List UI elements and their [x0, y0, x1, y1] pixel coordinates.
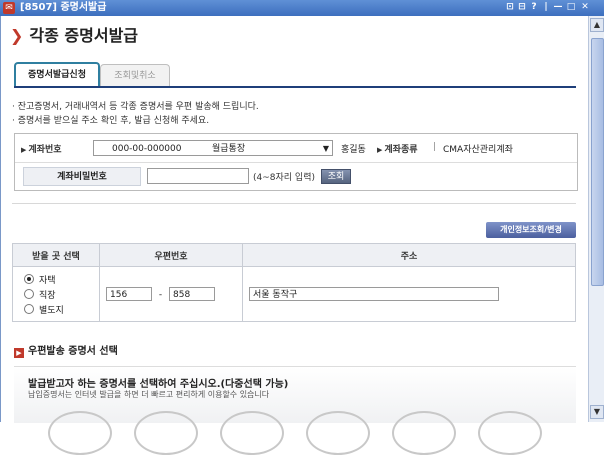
chevron-right-icon: ❯ — [10, 26, 24, 45]
account-owner: 홍길동 — [341, 145, 366, 155]
chevron-down-icon: ▼ — [322, 144, 329, 153]
zipcode-first-input[interactable]: 156 — [106, 287, 152, 301]
app-icon: ✉ — [3, 2, 15, 14]
arrow-marker-icon: ▶ — [377, 146, 383, 154]
account-type-label-text: 계좌종류 — [384, 145, 418, 155]
account-type-separator: | — [433, 142, 437, 152]
page-title: ❯ 각종 증명서발급 — [10, 22, 138, 46]
account-box: ▶ 계좌번호 000-00-000000 월급통장 ▼ 홍길동 ▶ 계좌종류 | C… — [14, 133, 578, 191]
certificate-option-circle[interactable] — [48, 411, 112, 455]
certificate-option-circle[interactable] — [220, 411, 284, 455]
account-number: 000-00-000000 — [112, 144, 182, 154]
section-title-text: 우편발송 증명서 선택 — [28, 346, 118, 357]
radio-unchecked-icon — [24, 289, 34, 299]
account-type-label: ▶ 계좌종류 — [377, 142, 418, 155]
account-row: ▶ 계좌번호 000-00-000000 월급통장 ▼ 홍길동 ▶ 계좌종류 | C… — [15, 134, 577, 163]
maximize-button[interactable]: □ — [566, 2, 576, 13]
personal-info-button[interactable]: 개인정보조회/변경 — [486, 222, 576, 238]
address-table-row: 자택 직장 별도지 156 - 858 서울 동작구 — [12, 266, 576, 322]
account-label-text: 계좌번호 — [28, 145, 62, 155]
receive-location-options: 자택 직장 별도지 — [12, 266, 100, 322]
certificate-option-circle[interactable] — [134, 411, 198, 455]
address-table: 받을 곳 선택 우편번호 주소 자택 직장 별도지 156 - 858 서울 동… — [12, 243, 576, 322]
radio-unchecked-icon — [24, 304, 34, 314]
tab-certificate-request[interactable]: 증명서발급신청 — [14, 62, 100, 88]
account-type-value: CMA자산관리계좌 — [443, 145, 513, 155]
zipcode-second-input[interactable]: 858 — [169, 287, 215, 301]
zipcode-separator: - — [158, 289, 163, 300]
inquiry-button[interactable]: 조회 — [321, 169, 351, 184]
screen-icon[interactable]: ⊡ — [505, 2, 515, 13]
radio-home-label: 자택 — [39, 275, 56, 286]
tab-underline — [14, 86, 576, 88]
address-input[interactable]: 서울 동작구 — [249, 287, 499, 301]
account-select[interactable]: 000-00-000000 월급통장 ▼ — [93, 140, 333, 156]
scroll-up-arrow-icon[interactable]: ▲ — [590, 18, 604, 32]
arrow-marker-icon: ▶ — [21, 146, 27, 154]
page-title-text: 각종 증명서발급 — [29, 26, 139, 45]
description-line-2: · 증명서를 받으실 주소 확인 후, 발급 신청해 주세요. — [12, 116, 210, 126]
address-table-header: 받을 곳 선택 우편번호 주소 — [12, 243, 576, 267]
password-label: 계좌비밀번호 — [23, 167, 141, 186]
header-address: 주소 — [242, 243, 576, 267]
pin-icon[interactable]: ⊟ — [517, 2, 527, 13]
window-titlebar: ✉ [8507] 증명서발급 ⊡ ⊟ ? | — □ ✕ — [0, 0, 604, 16]
tab-inquiry-cancel[interactable]: 조회및취소 — [100, 64, 170, 87]
certificate-option-circle[interactable] — [392, 411, 456, 455]
account-nickname: 월급통장 — [212, 144, 246, 154]
minimize-button[interactable]: — — [553, 2, 563, 13]
divider — [12, 203, 576, 204]
radio-work[interactable]: 직장 — [24, 288, 98, 301]
section-title: ▶ 우편발송 증명서 선택 — [14, 342, 118, 358]
scroll-down-arrow-icon[interactable]: ▼ — [590, 405, 604, 419]
red-square-icon: ▶ — [14, 348, 24, 358]
radio-checked-icon — [24, 274, 34, 284]
certificate-option-circle[interactable] — [478, 411, 542, 455]
password-input[interactable] — [147, 168, 249, 184]
zipcode-cell: 156 - 858 — [99, 266, 243, 322]
help-icon[interactable]: ? — [529, 2, 539, 13]
header-receive-location: 받을 곳 선택 — [12, 243, 100, 267]
description-line-1: · 잔고증명서, 거래내역서 등 각종 증명서를 우편 발송해 드립니다. — [12, 102, 259, 112]
certificate-select-panel: 발급받고자 하는 증명서를 선택하여 주십시오.(다중선택 가능) 납입증명서는… — [14, 366, 576, 455]
radio-work-label: 직장 — [39, 290, 56, 301]
header-zipcode: 우편번호 — [99, 243, 243, 267]
panel-subtext: 납입증명서는 인터넷 발급을 하면 더 빠르고 편리하게 이용할수 있습니다 — [28, 390, 270, 399]
radio-other-label: 별도지 — [39, 305, 64, 316]
address-cell: 서울 동작구 — [242, 266, 576, 322]
radio-other[interactable]: 별도지 — [24, 303, 98, 316]
radio-home[interactable]: 자택 — [24, 273, 98, 286]
close-button[interactable]: ✕ — [580, 2, 590, 13]
scroll-thumb[interactable] — [591, 38, 604, 286]
vertical-scrollbar[interactable]: ▲ ▼ — [588, 16, 604, 422]
account-number-label: ▶ 계좌번호 — [21, 142, 62, 155]
titlebar-divider: | — [544, 2, 548, 12]
password-hint: (4~8자리 입력) — [253, 173, 315, 183]
window-title: [8507] 증명서발급 — [20, 2, 107, 13]
certificate-option-circle[interactable] — [306, 411, 370, 455]
panel-heading: 발급받고자 하는 증명서를 선택하여 주십시오.(다중선택 가능) — [28, 379, 289, 390]
